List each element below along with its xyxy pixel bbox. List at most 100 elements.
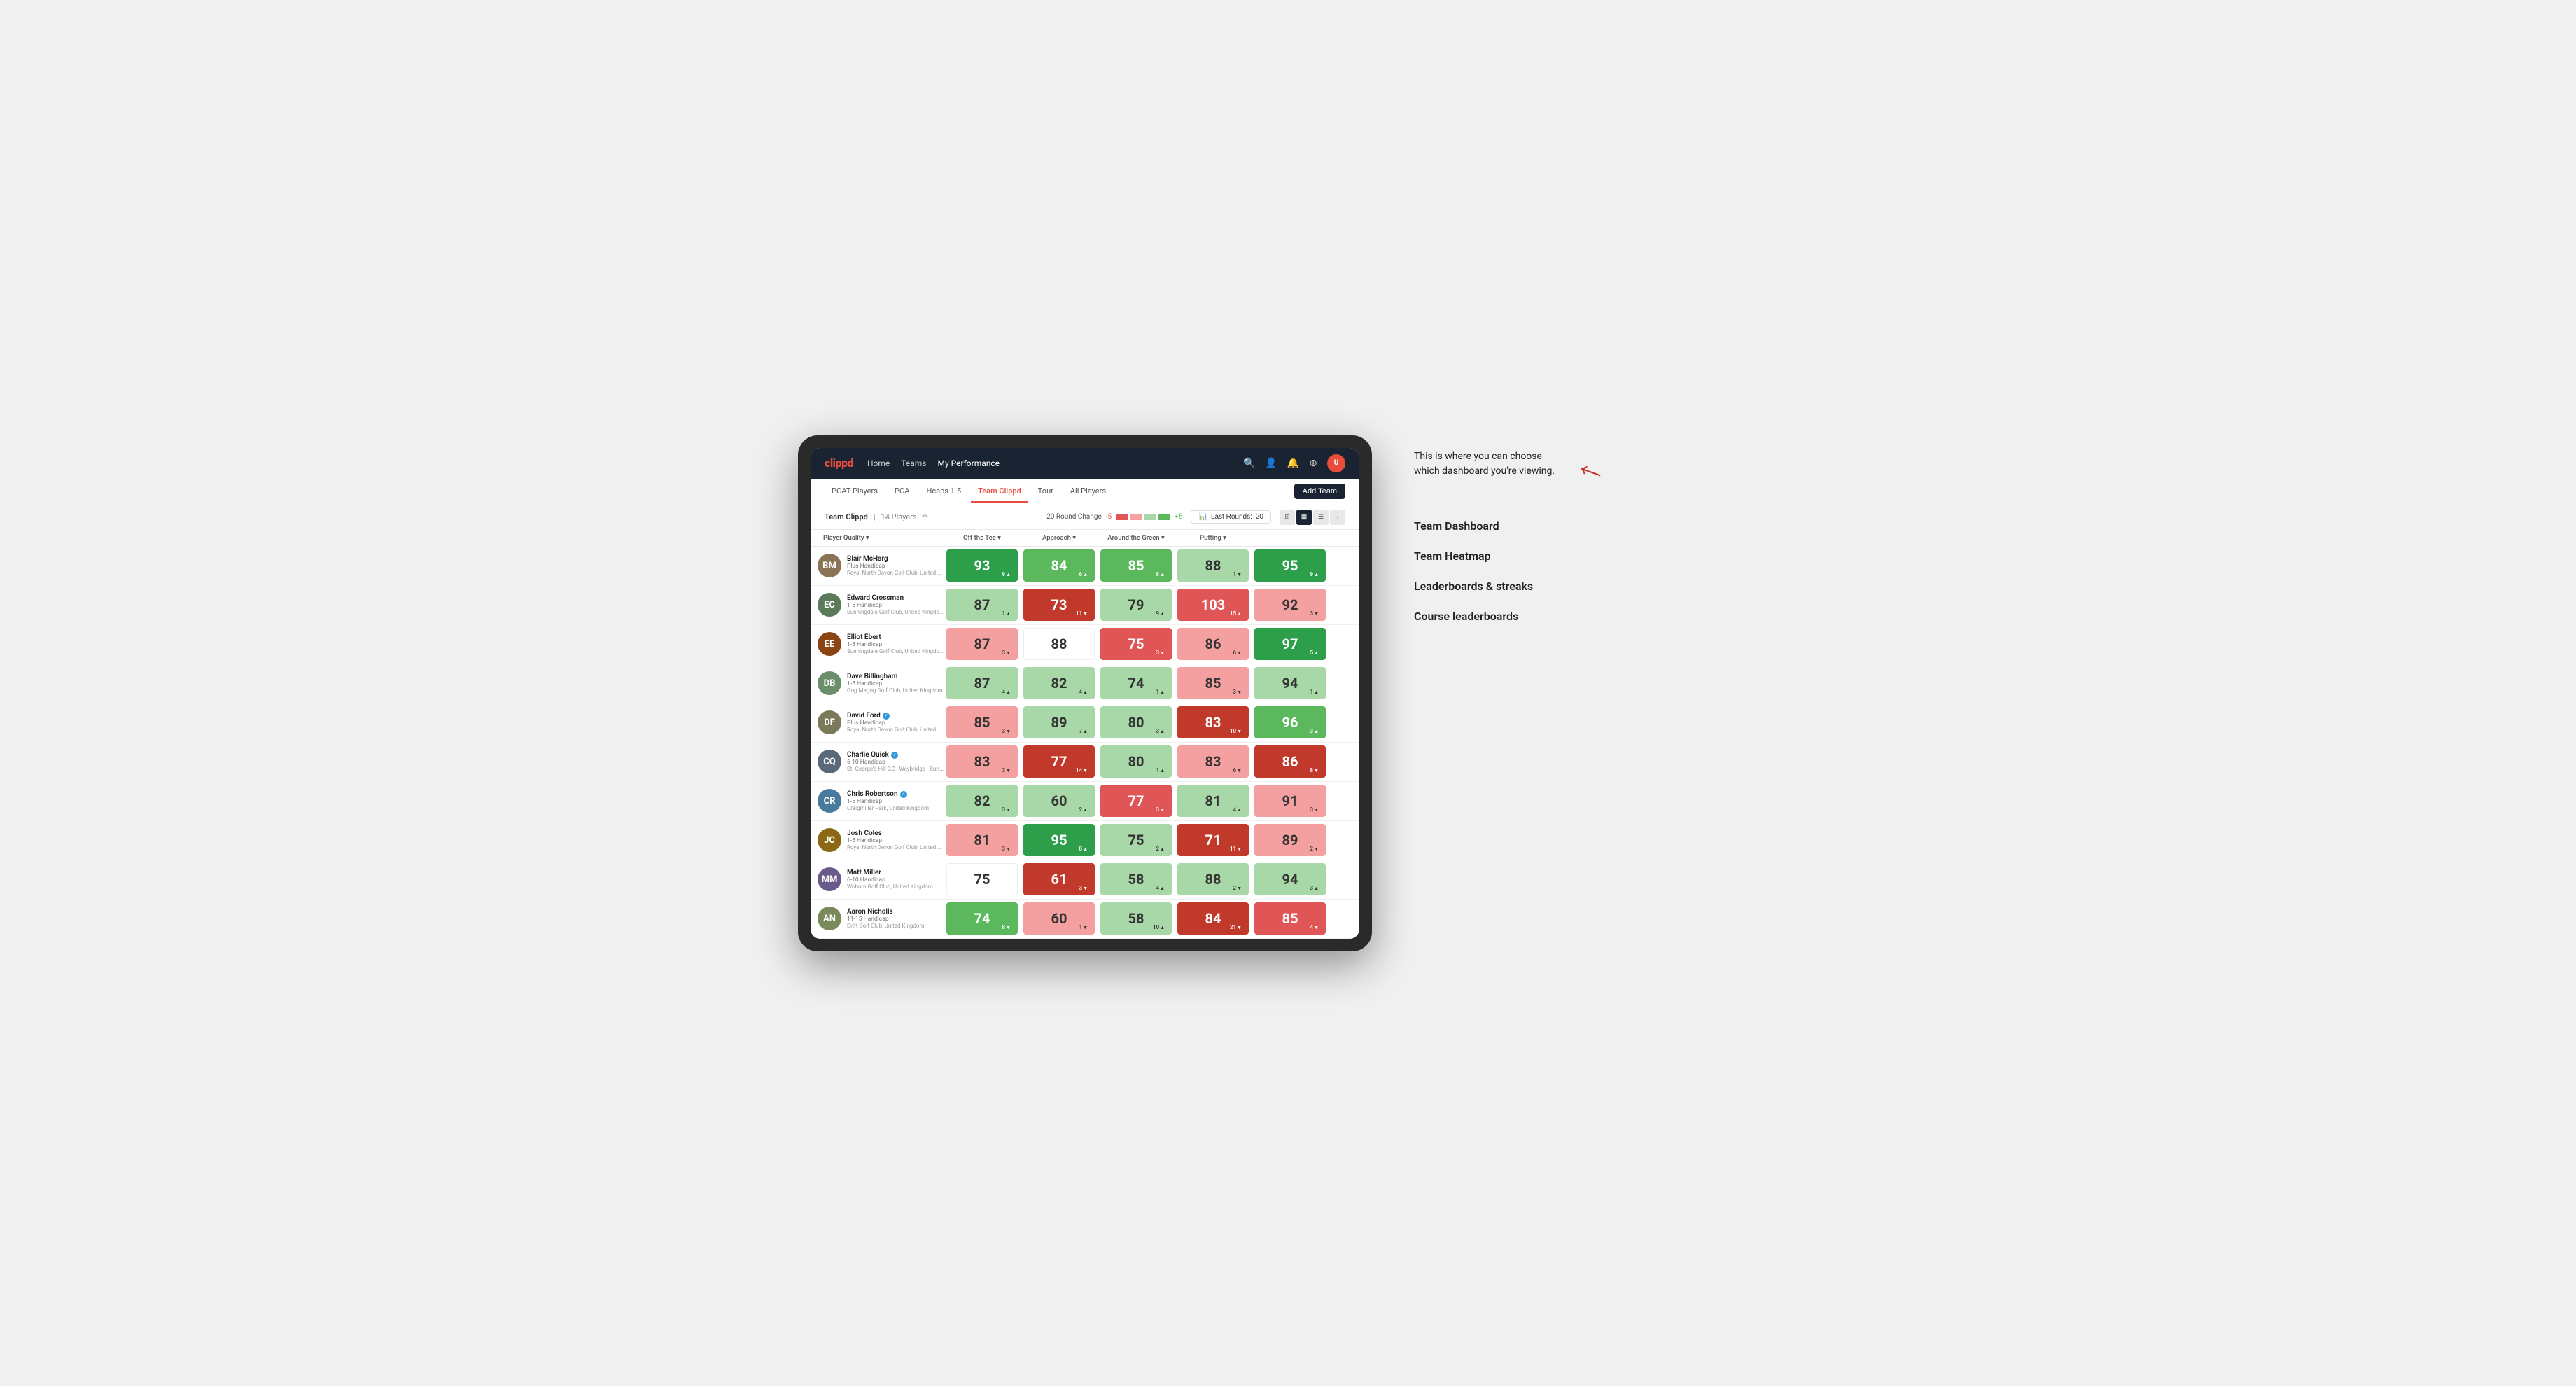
change-value: 1 (1079, 924, 1083, 930)
col-off-tee[interactable]: Off the Tee ▾ (944, 530, 1021, 546)
player-club: St. George's Hill GC - Weybridge - Surre… (847, 766, 944, 772)
list-view-button[interactable]: ☰ (1313, 510, 1329, 525)
change-value: 3 (1310, 806, 1314, 813)
verified-icon: ✓ (900, 791, 907, 798)
score-number: 83 (974, 753, 990, 770)
player-club: Sunningdale Golf Club, United Kingdom (847, 609, 944, 615)
nav-teams[interactable]: Teams (901, 456, 926, 471)
score-cell-5-3: 83 6 (1177, 746, 1249, 778)
table-row[interactable]: DFDavid Ford✓Plus HandicapRoyal North De… (811, 704, 1359, 743)
score-cell-2-4: 975 (1254, 628, 1326, 660)
last-rounds-button[interactable]: 📊 Last Rounds: 20 (1191, 510, 1271, 524)
score-cell-9-1: 60 1 (1023, 902, 1095, 934)
subnav-tour[interactable]: Tour (1031, 481, 1060, 503)
player-details: Dave Billingham1-5 HandicapGog Magog Gol… (847, 673, 944, 694)
score-number: 87 (974, 596, 990, 613)
player-handicap: 1-5 Handicap (847, 680, 944, 687)
player-handicap: 1-5 Handicap (847, 837, 944, 844)
logo[interactable]: clippd (825, 456, 853, 470)
add-team-button[interactable]: Add Team (1294, 484, 1345, 499)
score-cell-0-3: 881 (1177, 550, 1249, 582)
player-info-7: JCJosh Coles1-5 HandicapRoyal North Devo… (818, 824, 944, 856)
col-player-quality[interactable]: Player Quality ▾ (818, 530, 944, 546)
table-row[interactable]: BMBlair McHargPlus HandicapRoyal North D… (811, 547, 1359, 586)
arrow-down-icon (1006, 767, 1011, 774)
subnav-hcaps[interactable]: Hcaps 1-5 (920, 481, 969, 503)
change-value: 3 (1310, 728, 1314, 734)
player-club: Royal North Devon Golf Club, United King… (847, 844, 944, 850)
player-name: Elliot Ebert (847, 634, 944, 641)
score-cell-0-4: 959 (1254, 550, 1326, 582)
table-row[interactable]: CQCharlie Quick✓6-10 HandicapSt. George'… (811, 743, 1359, 782)
arrow-down-icon (1083, 767, 1088, 774)
nav-links: Home Teams My Performance (867, 456, 1229, 471)
score-number: 83 (1205, 714, 1222, 731)
score-number: 74 (974, 910, 990, 927)
score-change: 8 (1156, 571, 1165, 578)
nav-my-performance[interactable]: My Performance (937, 456, 1000, 471)
score-change: 3 (1156, 728, 1165, 734)
player-club: Royal North Devon Golf Club, United King… (847, 570, 944, 576)
subnav-pga[interactable]: PGA (888, 481, 917, 503)
table-row[interactable]: JCJosh Coles1-5 HandicapRoyal North Devo… (811, 821, 1359, 860)
grid-view-button[interactable]: ⊞ (1280, 510, 1295, 525)
subnav-team-clippd[interactable]: Team Clippd (971, 481, 1028, 503)
change-value: 11 (1076, 610, 1082, 617)
score-number: 75 (974, 871, 990, 888)
table-row[interactable]: ANAaron Nicholls11-15 HandicapDrift Golf… (811, 899, 1359, 939)
change-value: 1 (1156, 767, 1160, 774)
score-cell-1-4: 923 (1254, 589, 1326, 621)
change-value: 6 (1233, 767, 1237, 774)
search-icon[interactable]: 🔍 (1243, 458, 1255, 469)
table-row[interactable]: ECEdward Crossman1-5 HandicapSunningdale… (811, 586, 1359, 625)
edit-icon[interactable]: ✏ (923, 513, 928, 521)
change-value: 3 (1002, 846, 1006, 852)
score-cell-8-4: 943 (1254, 863, 1326, 895)
player-details: Elliot Ebert1-5 HandicapSunningdale Golf… (847, 634, 944, 654)
table-row[interactable]: EEElliot Ebert1-5 HandicapSunningdale Go… (811, 625, 1359, 664)
change-value: 11 (1230, 846, 1236, 852)
change-value: 4 (1002, 689, 1006, 695)
arrow-down-icon (1314, 846, 1319, 852)
user-avatar[interactable]: U (1327, 454, 1345, 472)
view-toggle: ⊞ ▦ ☰ ↓ (1280, 510, 1345, 525)
arrow-up-icon (1160, 728, 1165, 734)
player-name: Matt Miller (847, 869, 944, 876)
arrow-down-icon (1083, 885, 1088, 891)
player-handicap: Plus Handicap (847, 720, 944, 727)
change-value: 2 (1233, 885, 1237, 891)
heatmap-view-button[interactable]: ▦ (1296, 510, 1312, 525)
annotation-item-2: Leaderboards & streaks (1414, 571, 1610, 601)
arrow-down-icon (1160, 650, 1165, 656)
score-change: 3 (1002, 728, 1011, 734)
score-number: 95 (1051, 832, 1068, 848)
subnav-all-players[interactable]: All Players (1063, 481, 1113, 503)
nav-home[interactable]: Home (867, 456, 890, 471)
download-button[interactable]: ↓ (1330, 510, 1345, 525)
score-number: 60 (1051, 910, 1068, 927)
score-number: 83 (1205, 753, 1222, 770)
table-row[interactable]: DBDave Billingham1-5 HandicapGog Magog G… (811, 664, 1359, 704)
player-handicap: 1-5 Handicap (847, 641, 944, 648)
table-row[interactable]: MMMatt Miller6-10 HandicapWoburn Golf Cl… (811, 860, 1359, 899)
heatmap-bar (1116, 514, 1170, 520)
change-value: 4 (1156, 885, 1160, 891)
notification-icon[interactable]: 🔔 (1287, 458, 1299, 469)
col-around-green[interactable]: Around the Green ▾ (1098, 530, 1175, 546)
col-putting[interactable]: Putting ▾ (1175, 530, 1252, 546)
col-approach[interactable]: Approach ▾ (1021, 530, 1098, 546)
score-number: 96 (1282, 714, 1298, 731)
settings-icon[interactable]: ⊕ (1309, 458, 1317, 469)
change-value: 9 (1156, 610, 1160, 617)
score-cell-6-2: 773 (1100, 785, 1172, 817)
score-change: 3 (1002, 846, 1011, 852)
subnav-pgat[interactable]: PGAT Players (825, 481, 885, 503)
arrow-down-icon (1006, 650, 1011, 656)
profile-icon[interactable]: 👤 (1265, 458, 1277, 469)
player-details: Josh Coles1-5 HandicapRoyal North Devon … (847, 830, 944, 850)
change-value: 3 (1002, 650, 1006, 656)
arrow-up-icon (1160, 846, 1165, 852)
table-row[interactable]: CRChris Robertson✓1-5 HandicapCraigmilla… (811, 782, 1359, 821)
score-cell-7-0: 813 (946, 824, 1018, 856)
change-value: 4 (1310, 924, 1314, 930)
